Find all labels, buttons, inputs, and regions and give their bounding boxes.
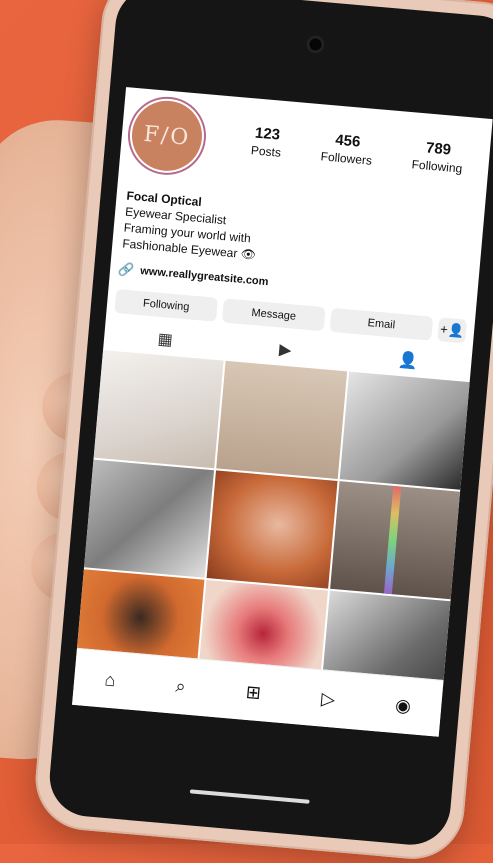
new-post-icon[interactable]: ⊞ [245,681,262,703]
phone-bezel: F/O 123 Posts 456 Followers 789 Followin… [46,0,493,848]
stat-posts-value: 123 [254,124,281,144]
link-icon: 🔗 [117,261,136,278]
post-thumbnail[interactable] [216,360,347,479]
stat-followers[interactable]: 456 Followers [320,130,374,168]
post-thumbnail[interactable] [329,481,461,600]
stat-following-label: Following [411,157,463,176]
post-thumbnail[interactable] [206,470,338,589]
screen: F/O 123 Posts 456 Followers 789 Followin… [72,87,493,737]
grid-icon[interactable]: ▦ [157,329,174,350]
stat-followers-value: 456 [334,131,362,151]
post-thumbnail[interactable] [339,371,470,490]
front-camera [305,34,326,55]
profile-stats: 123 Posts 456 Followers 789 Following [231,123,485,178]
home-icon[interactable]: ⌂ [104,669,117,691]
stat-posts-label: Posts [250,143,282,160]
profile-icon[interactable]: ◉ [394,694,411,716]
add-user-icon[interactable]: +👤 [437,317,468,344]
tagged-icon[interactable]: 👤 [397,350,419,372]
stat-following-value: 789 [425,139,452,159]
rainbow-light [384,485,402,595]
search-icon[interactable]: ⌕ [175,675,187,697]
post-thumbnail[interactable] [93,350,224,469]
avatar[interactable]: F/O [129,97,205,174]
stat-posts[interactable]: 123 Posts [250,124,283,160]
reels-tab-icon[interactable]: ▶ [278,339,292,360]
phone: F/O 123 Posts 456 Followers 789 Followin… [31,0,493,863]
stat-followers-label: Followers [320,149,373,168]
home-indicator [189,789,310,804]
reels-icon[interactable]: ▷ [320,688,336,710]
stat-following[interactable]: 789 Following [411,138,464,175]
post-thumbnail[interactable] [84,459,215,578]
